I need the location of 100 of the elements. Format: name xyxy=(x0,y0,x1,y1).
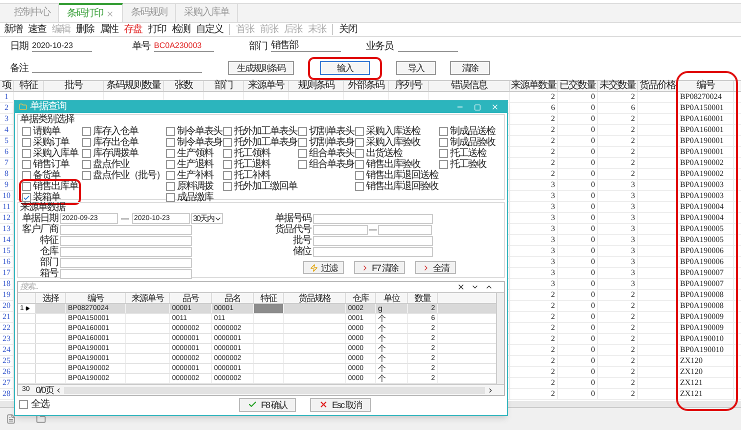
column-header[interactable]: 特征 xyxy=(254,293,284,304)
checkbox[interactable] xyxy=(82,149,91,158)
checkbox[interactable] xyxy=(223,127,232,136)
column-header[interactable]: 来源单数量 xyxy=(510,81,558,91)
query-button[interactable]: 过滤 xyxy=(302,261,344,274)
range-dropdown[interactable]: 30天内 xyxy=(191,213,223,224)
checkbox[interactable] xyxy=(355,138,364,148)
scroll-left-icon[interactable] xyxy=(55,386,62,394)
dialog-button[interactable]: F8 确认 xyxy=(239,398,296,412)
form-button[interactable]: 导入 xyxy=(396,61,436,75)
form-button[interactable]: 生成规则条码 xyxy=(228,61,294,75)
checkbox[interactable] xyxy=(298,149,307,158)
toolbar-button[interactable]: 打印 xyxy=(148,24,166,35)
column-header[interactable]: 数量 xyxy=(408,293,438,304)
column-header[interactable]: 仓库 xyxy=(346,293,376,304)
checkbox[interactable] xyxy=(82,171,91,180)
column-header[interactable]: 品名 xyxy=(212,293,254,304)
column-header[interactable]: 货品价格 xyxy=(638,81,678,91)
column-header[interactable]: 错误信息 xyxy=(429,81,510,91)
input-field[interactable] xyxy=(312,214,433,224)
checkbox[interactable] xyxy=(439,138,448,148)
column-header[interactable]: 已交数量 xyxy=(558,81,598,91)
checkbox[interactable] xyxy=(355,182,364,192)
toolbar-button[interactable]: 新增 xyxy=(4,24,22,35)
column-header[interactable]: 品号 xyxy=(170,293,212,304)
checkbox[interactable] xyxy=(166,127,175,136)
query-button[interactable]: F7 清除 xyxy=(354,261,405,274)
input-field[interactable] xyxy=(312,225,368,236)
checkbox[interactable] xyxy=(223,182,232,192)
checkbox[interactable] xyxy=(166,138,175,148)
checkbox[interactable] xyxy=(22,138,31,148)
checkbox[interactable] xyxy=(223,149,232,158)
checkbox[interactable] xyxy=(439,149,448,158)
column-header[interactable]: 批号 xyxy=(44,81,104,91)
checkbox[interactable] xyxy=(355,171,364,180)
search-field[interactable]: 搜索... xyxy=(18,282,454,292)
checkbox[interactable] xyxy=(82,160,91,170)
clear-icon[interactable] xyxy=(457,283,465,292)
close-icon[interactable] xyxy=(106,10,114,18)
document-icon[interactable] xyxy=(6,414,16,424)
query-button[interactable]: 全清 xyxy=(414,261,456,274)
checkbox[interactable] xyxy=(166,182,175,192)
input-field[interactable] xyxy=(60,258,192,268)
checkbox[interactable] xyxy=(22,171,31,180)
column-header[interactable]: 未交数量 xyxy=(598,81,638,91)
checkbox[interactable] xyxy=(22,149,31,158)
column-header[interactable]: 编号 xyxy=(66,293,126,304)
checkbox[interactable] xyxy=(439,160,448,170)
checkbox[interactable] xyxy=(298,160,307,170)
checkbox[interactable] xyxy=(22,182,31,192)
checkbox[interactable] xyxy=(298,138,307,148)
column-header[interactable]: 条码规则数量 xyxy=(104,81,164,91)
date-field[interactable]: 2020-10-23 xyxy=(32,41,92,52)
column-header[interactable]: 项 xyxy=(0,81,14,91)
column-header[interactable]: 特征 xyxy=(14,81,44,91)
checkbox[interactable] xyxy=(223,138,232,148)
maximize-icon[interactable] xyxy=(474,104,481,111)
checkbox[interactable] xyxy=(22,193,31,202)
checkbox[interactable] xyxy=(166,193,175,202)
close-icon[interactable] xyxy=(491,103,499,112)
checkbox[interactable] xyxy=(82,127,91,136)
toolbar-button[interactable]: 存盘 xyxy=(124,24,142,35)
toolbar-button[interactable]: 检测 xyxy=(172,24,190,35)
checkbox[interactable] xyxy=(166,160,175,170)
form-button[interactable]: 输入 xyxy=(320,60,370,74)
toolbar-button[interactable]: 删除 xyxy=(76,24,94,35)
checkbox[interactable] xyxy=(439,127,448,136)
input-field[interactable] xyxy=(60,236,192,246)
checkbox[interactable] xyxy=(19,400,28,410)
scrollbar[interactable] xyxy=(496,293,504,384)
column-header[interactable]: 序列号 xyxy=(389,81,429,91)
toolbar-button[interactable]: 速查 xyxy=(28,24,46,35)
column-header[interactable]: 规则条码 xyxy=(289,81,344,91)
checkbox[interactable] xyxy=(22,127,31,136)
number-field[interactable]: BC0A230003 xyxy=(154,41,214,52)
toolbar-button[interactable]: 关闭 xyxy=(339,24,357,35)
input-field[interactable] xyxy=(60,225,192,236)
scrollbar[interactable] xyxy=(64,386,485,394)
column-header[interactable]: 选择 xyxy=(36,293,66,304)
scroll-right-icon[interactable] xyxy=(487,386,494,394)
column-header[interactable]: 来源单号 xyxy=(126,293,170,304)
column-header[interactable]: 外部条码 xyxy=(344,81,389,91)
input-field[interactable] xyxy=(312,247,433,258)
input-field[interactable] xyxy=(378,225,432,236)
checkbox[interactable] xyxy=(223,171,232,180)
toolbar-button[interactable]: 自定义 xyxy=(196,24,223,35)
column-header[interactable]: 单位 xyxy=(376,293,408,304)
department-field[interactable]: 销售部 xyxy=(271,41,341,52)
checkbox[interactable] xyxy=(82,138,91,148)
column-header[interactable]: 编号 xyxy=(678,81,734,91)
toolbar-button[interactable]: 属性 xyxy=(100,24,118,35)
column-header[interactable]: 货品规格 xyxy=(284,293,346,304)
input-field[interactable] xyxy=(60,269,192,280)
checkbox[interactable] xyxy=(355,149,364,158)
checkbox[interactable] xyxy=(22,160,31,170)
column-header[interactable]: 张数 xyxy=(164,81,204,91)
input-field[interactable] xyxy=(60,247,192,258)
input-field[interactable] xyxy=(312,236,433,246)
checkbox[interactable] xyxy=(298,127,307,136)
checkbox[interactable] xyxy=(166,149,175,158)
